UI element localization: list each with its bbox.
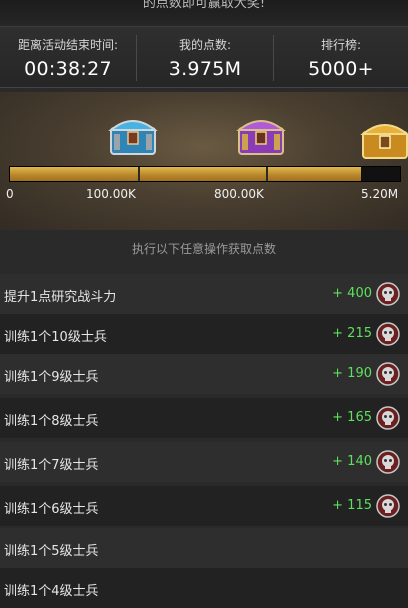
task-points: + 115 [332,498,372,513]
progress-bar [9,166,401,182]
progress-label: 800.00K [214,187,264,201]
progress-label: 100.00K [86,187,136,201]
stat-value: 3.975M [168,58,242,80]
progress-tick [138,167,140,181]
stats-bar: 距离活动结束时间: 00:38:27 我的点数: 3.975M 排行榜: 500… [0,26,408,88]
stat-label: 距离活动结束时间: [17,38,119,52]
stat-time-remaining: 距离活动结束时间: 00:38:27 [0,27,136,87]
skull-badge-icon [376,406,400,430]
task-row[interactable]: 训练1个8级士兵 + 165 [0,398,408,438]
task-row[interactable]: 提升1点研究战斗力 + 400 [0,274,408,314]
stat-ranking[interactable]: 排行榜: 5000+ [274,27,408,87]
stat-value: 5000+ [308,58,374,80]
task-row[interactable]: 训练1个7级士兵 + 140 [0,442,408,482]
task-row[interactable]: 训练1个5级士兵 [0,528,408,568]
task-name: 训练1个6级士兵 [4,502,99,517]
task-points: + 400 [332,286,372,301]
skull-badge-icon [376,362,400,386]
task-points: + 190 [332,366,372,381]
skull-badge-icon [376,322,400,346]
top-banner: 的点数即可赢取大奖! [0,0,408,26]
stat-value: 00:38:27 [24,58,112,80]
task-row[interactable]: 训练1个6级士兵 + 115 [0,486,408,526]
gold-chest-icon[interactable] [360,118,408,162]
progress-fill [10,167,361,181]
task-name: 训练1个9级士兵 [4,370,99,385]
task-row[interactable]: 训练1个10级士兵 + 215 [0,314,408,354]
banner-text: 的点数即可赢取大奖! [142,0,266,11]
progress-label: 0 [6,187,14,201]
task-points: + 140 [332,454,372,469]
task-row[interactable]: 训练1个4级士兵 [0,568,408,608]
progress-tick [266,167,268,181]
task-name: 训练1个7级士兵 [4,458,99,473]
stat-my-points: 我的点数: 3.975M [137,27,273,87]
skull-badge-icon [376,450,400,474]
task-points: + 215 [332,326,372,341]
progress-label: 5.20M [361,187,399,201]
skull-badge-icon [376,282,400,306]
section-title: 执行以下任意操作获取点数 [131,242,276,256]
task-points: + 165 [332,410,372,425]
blue-chest-icon[interactable] [108,114,158,158]
task-row[interactable]: 训练1个9级士兵 + 190 [0,354,408,394]
task-name: 训练1个10级士兵 [4,330,107,345]
stat-label: 我的点数: [178,38,232,52]
purple-chest-icon[interactable] [236,114,286,158]
reward-area: 0 100.00K 800.00K 5.20M [0,92,408,230]
task-name: 训练1个5级士兵 [4,544,99,559]
stat-label: 排行榜: [320,38,362,52]
task-name: 训练1个4级士兵 [4,584,99,599]
task-name: 提升1点研究战斗力 [4,290,117,305]
skull-badge-icon [376,494,400,518]
task-name: 训练1个8级士兵 [4,414,99,429]
